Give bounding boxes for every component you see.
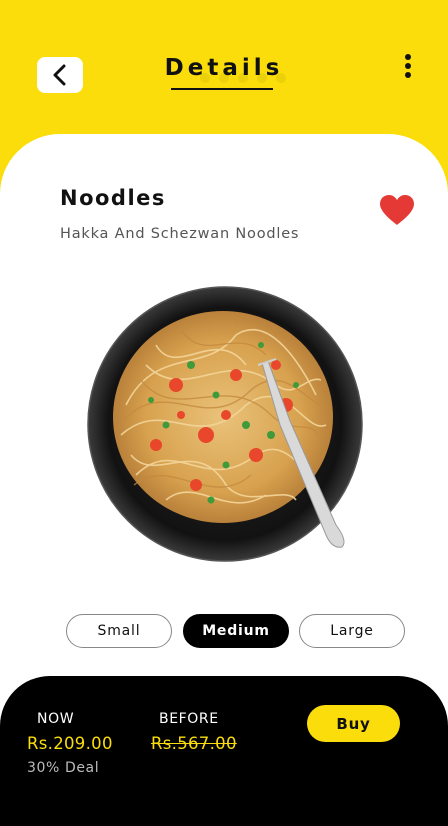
title-underline	[171, 88, 273, 90]
before-label: BEFORE	[159, 711, 219, 727]
header-title-wrap: Details	[0, 55, 448, 87]
product-subtitle: Hakka And Schezwan Noodles	[60, 226, 300, 242]
heart-icon	[380, 195, 414, 225]
now-price: Rs.209.00	[27, 734, 113, 753]
before-price: Rs.567.00	[151, 734, 237, 753]
buy-button[interactable]: Buy	[307, 705, 400, 742]
page-title: Details	[164, 55, 284, 81]
size-option-medium[interactable]: Medium	[183, 614, 289, 648]
deal-text: 30% Deal	[27, 760, 100, 776]
product-name: Noodles	[60, 186, 166, 210]
noodles-image	[87, 286, 363, 562]
now-label: NOW	[37, 711, 75, 727]
size-option-small[interactable]: Small	[66, 614, 172, 648]
more-options-button[interactable]	[398, 54, 418, 82]
favorite-button[interactable]	[378, 194, 416, 226]
size-selector: Small Medium Large	[66, 614, 406, 648]
size-option-large[interactable]: Large	[299, 614, 405, 648]
more-vertical-icon	[398, 54, 418, 78]
details-screen: Details Noodles Hakka And Schezwan Noodl…	[0, 0, 448, 826]
